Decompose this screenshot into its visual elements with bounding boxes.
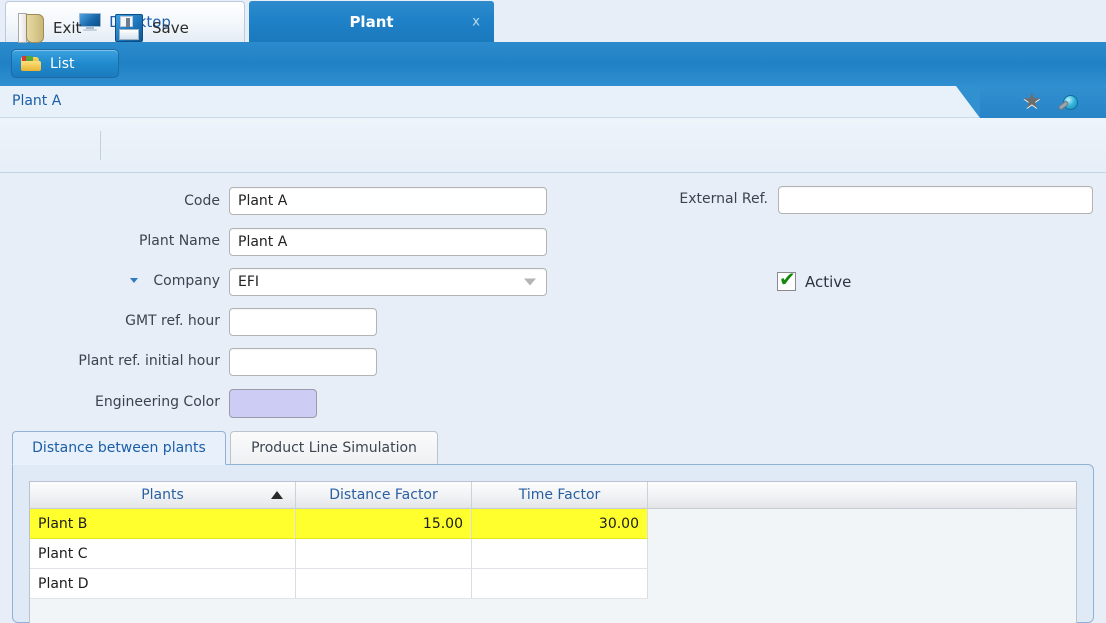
tab-plant-close-icon[interactable]: x bbox=[472, 14, 480, 29]
toolbar bbox=[0, 118, 1106, 173]
cell-distance-factor[interactable] bbox=[296, 539, 472, 569]
cell-filler bbox=[648, 509, 1076, 539]
globe-search-icon[interactable] bbox=[1057, 94, 1078, 112]
toolbar-separator bbox=[100, 131, 101, 160]
grid-header-filler bbox=[648, 482, 1076, 508]
cell-filler bbox=[648, 539, 1076, 569]
tab-product-line-simulation[interactable]: Product Line Simulation bbox=[230, 431, 438, 465]
grid-header-time-factor-label: Time Factor bbox=[518, 487, 601, 503]
label-code: Code bbox=[184, 193, 220, 209]
floppy-disk-icon bbox=[115, 14, 143, 42]
plant-ref-initial-hour-input[interactable] bbox=[229, 348, 377, 376]
application-window: Desktop Plant x List Plant A x efi.doc E… bbox=[0, 0, 1106, 623]
door-exit-icon bbox=[18, 13, 44, 43]
grid-header-row: Plants Distance Factor Time Factor bbox=[30, 482, 1076, 509]
table-row[interactable]: Plant D bbox=[30, 569, 1076, 599]
cell-plants: Plant D bbox=[30, 569, 296, 599]
gmt-ref-hour-input[interactable] bbox=[229, 308, 377, 336]
cell-time-factor[interactable] bbox=[472, 539, 648, 569]
check-icon: ✔ bbox=[779, 267, 796, 291]
table-row[interactable]: Plant B 15.00 30.00 bbox=[30, 509, 1076, 539]
engineering-color-swatch[interactable] bbox=[229, 389, 317, 418]
save-button[interactable]: Save bbox=[115, 9, 189, 47]
sub-tab-group: Distance between plants Product Line Sim… bbox=[12, 431, 1094, 623]
grid-header-plants-label: Plants bbox=[141, 487, 184, 503]
save-button-label: Save bbox=[152, 19, 189, 37]
label-plant-ref-initial-hour: Plant ref. initial hour bbox=[78, 353, 220, 369]
grid-header-time-factor[interactable]: Time Factor bbox=[472, 482, 648, 508]
external-ref-input[interactable] bbox=[778, 186, 1093, 214]
active-checkbox[interactable]: ✔ bbox=[777, 267, 796, 291]
cell-distance-factor[interactable]: 15.00 bbox=[296, 509, 472, 539]
cell-distance-factor[interactable] bbox=[296, 569, 472, 599]
company-select-value: EFI bbox=[238, 274, 260, 290]
code-input-value: Plant A bbox=[238, 193, 288, 209]
label-engineering-color: Engineering Color bbox=[94, 394, 220, 410]
plant-name-input-value: Plant A bbox=[238, 234, 288, 250]
cell-plants: Plant B bbox=[30, 509, 296, 539]
company-select[interactable]: EFI bbox=[229, 268, 547, 296]
cell-plants: Plant C bbox=[30, 539, 296, 569]
label-external-ref: External Ref. bbox=[679, 191, 768, 207]
tab-distance-between-plants-label: Distance between plants bbox=[32, 440, 206, 456]
document-header-bar: List Plant A x efi.doc EFI HEAD.06.675 bbox=[0, 42, 1106, 120]
list-button-label: List bbox=[50, 55, 75, 72]
sort-ascending-icon[interactable] bbox=[271, 491, 283, 499]
breadcrumb-action-area: ★ bbox=[956, 86, 1106, 118]
tab-distance-between-plants[interactable]: Distance between plants bbox=[12, 431, 226, 465]
cell-time-factor[interactable]: 30.00 bbox=[472, 509, 648, 539]
tab-plant[interactable]: Plant x bbox=[249, 1, 494, 42]
exit-button-label: Exit bbox=[53, 19, 82, 37]
grid-header-distance-factor-label: Distance Factor bbox=[329, 487, 438, 503]
breadcrumb-bar: Plant A ★ bbox=[0, 86, 1106, 118]
active-checkbox-row[interactable]: ✔ Active bbox=[777, 267, 852, 291]
breadcrumb[interactable]: Plant A bbox=[12, 93, 61, 109]
label-gmt-ref-hour: GMT ref. hour bbox=[125, 313, 220, 329]
tab-product-line-simulation-label: Product Line Simulation bbox=[251, 440, 417, 456]
cell-time-factor[interactable] bbox=[472, 569, 648, 599]
grid-header-plants[interactable]: Plants bbox=[30, 482, 296, 508]
grid-header-distance-factor[interactable]: Distance Factor bbox=[296, 482, 472, 508]
label-company: Company bbox=[153, 273, 220, 289]
list-button[interactable]: List bbox=[11, 49, 119, 78]
tab-panel: Plants Distance Factor Time Factor Plant… bbox=[12, 464, 1094, 623]
exit-button[interactable]: Exit bbox=[18, 9, 81, 47]
code-input[interactable]: Plant A bbox=[229, 187, 547, 215]
distance-grid: Plants Distance Factor Time Factor Plant… bbox=[29, 481, 1077, 623]
tab-plant-label: Plant bbox=[349, 12, 394, 31]
monitor-icon bbox=[79, 13, 102, 31]
table-row[interactable]: Plant C bbox=[30, 539, 1076, 569]
label-plant-name: Plant Name bbox=[138, 233, 220, 249]
folder-icon bbox=[21, 56, 41, 71]
active-checkbox-label: Active bbox=[805, 272, 852, 291]
plant-name-input[interactable]: Plant A bbox=[229, 228, 547, 256]
cell-filler bbox=[648, 569, 1076, 599]
select-arrow-icon[interactable] bbox=[524, 278, 536, 286]
